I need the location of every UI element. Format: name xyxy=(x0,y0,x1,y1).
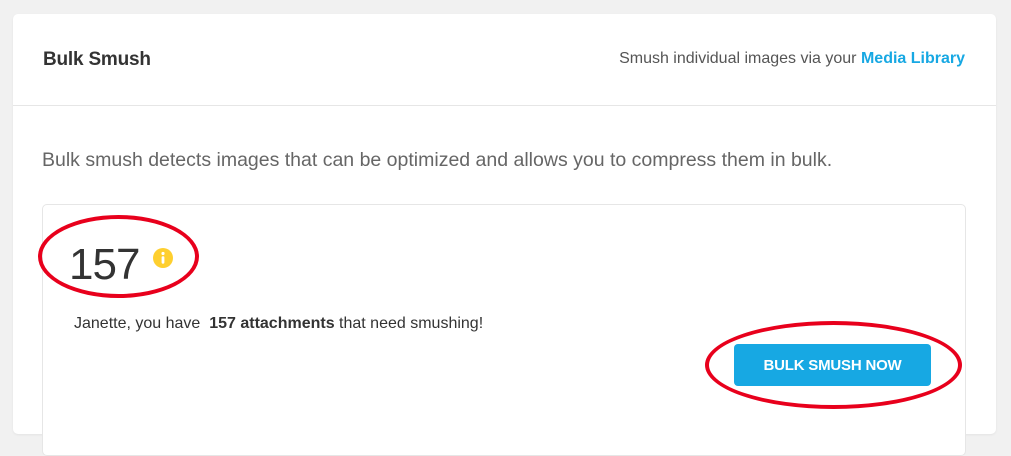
info-icon[interactable] xyxy=(153,248,173,268)
media-library-link[interactable]: Media Library xyxy=(861,50,965,67)
panel-title: Bulk Smush xyxy=(43,49,151,70)
bulk-smush-now-button[interactable]: BULK SMUSH NOW xyxy=(734,344,931,386)
header-hint: Smush individual images via your Media L… xyxy=(619,50,965,68)
smush-message: Janette, you have 157 attachments that n… xyxy=(74,315,483,333)
bulk-smush-panel: Bulk Smush Smush individual images via y… xyxy=(13,14,996,456)
message-suffix: that need smushing! xyxy=(339,315,484,332)
message-count: 157 attachments xyxy=(209,315,335,332)
header-hint-text: Smush individual images via your xyxy=(619,50,857,67)
panel-header: Bulk Smush Smush individual images via y… xyxy=(13,14,996,106)
smush-status-box: 157 Janette, you have 157 attachments th… xyxy=(42,204,966,456)
attachment-count: 157 xyxy=(69,240,140,289)
bulk-smush-description: Bulk smush detects images that can be op… xyxy=(42,149,833,171)
message-prefix: Janette, you have xyxy=(74,315,201,332)
